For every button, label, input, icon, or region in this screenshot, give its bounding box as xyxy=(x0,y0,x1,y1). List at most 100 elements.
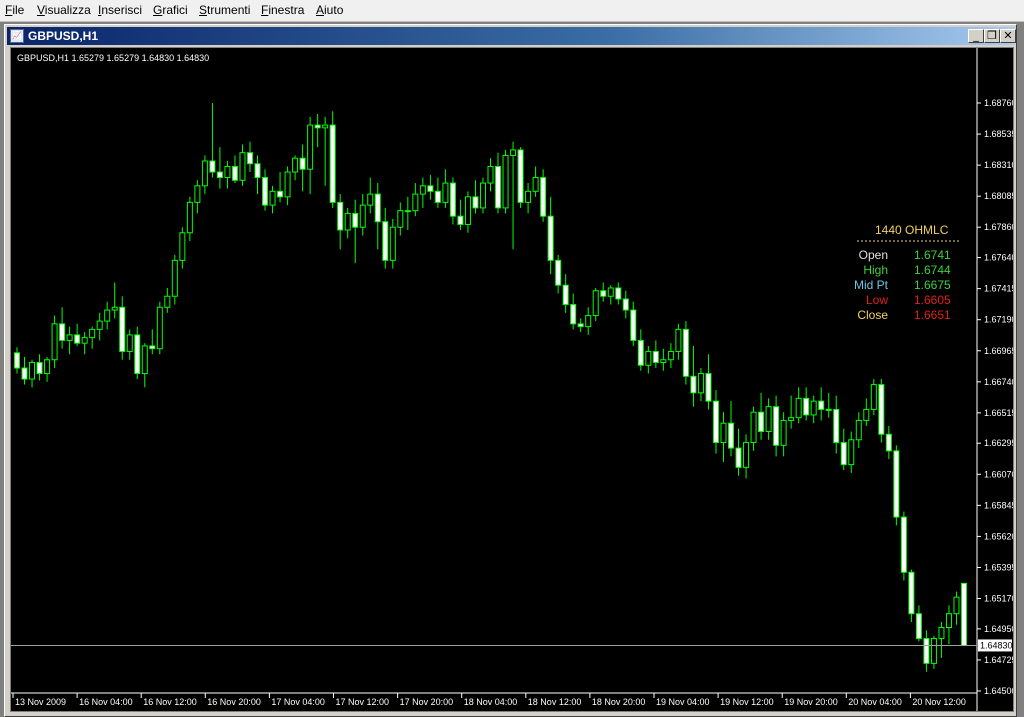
menu-bar: File Visualizza Inserisci Grafici Strumenti F… xyxy=(0,0,1024,22)
candle-body xyxy=(74,334,81,344)
candle-body xyxy=(938,627,945,640)
candle-body xyxy=(961,582,967,646)
ohmlc-mid-pt-value: 1.6675 xyxy=(914,278,951,292)
x-tick-label: 16 Nov 04:00 xyxy=(79,697,133,707)
chart-window-icon: 📈 xyxy=(10,29,24,43)
candle-body xyxy=(818,400,825,410)
restore-icon[interactable]: ❐ xyxy=(984,29,1000,43)
candle-body xyxy=(885,433,892,452)
candle-body xyxy=(224,165,231,179)
candle-body xyxy=(14,352,20,369)
candle-body xyxy=(156,306,163,350)
candlestick-chart[interactable]: GBPUSD,H1 1.65279 1.65279 1.64830 1.6483… xyxy=(11,48,1013,711)
candle-body xyxy=(600,290,607,297)
candle-body xyxy=(337,201,344,231)
y-tick-label: 1.67415 xyxy=(984,284,1013,294)
candle-body xyxy=(449,182,456,217)
candle-body xyxy=(201,160,208,187)
candle-body xyxy=(194,185,201,203)
menu-grafici[interactable]: Grafici xyxy=(153,3,188,17)
candle-body xyxy=(246,152,253,165)
candle-body xyxy=(59,323,66,341)
candle-body xyxy=(652,350,659,363)
window-titlebar[interactable]: 📈 GBPUSD,H1 _ ❐ ✕ xyxy=(7,27,1016,45)
candle-body xyxy=(953,596,960,615)
candle-body xyxy=(863,408,870,421)
candle-body xyxy=(540,177,547,217)
candle-body xyxy=(374,193,381,223)
candle-body xyxy=(833,408,840,444)
y-tick-label: 1.68085 xyxy=(984,191,1013,201)
candle-body xyxy=(81,337,88,344)
candle-body xyxy=(728,422,735,449)
x-tick-label: 18 Nov 04:00 xyxy=(464,697,518,707)
ohmlc-close-value: 1.6651 xyxy=(914,308,951,322)
candle-body xyxy=(231,165,238,181)
chart-window: 📈 GBPUSD,H1 _ ❐ ✕ GBPUSD,H1 1.65279 1.65… xyxy=(4,24,1017,717)
menu-strumenti[interactable]: Strumenti xyxy=(199,3,250,17)
y-tick-label: 1.64950 xyxy=(984,624,1013,634)
candle-body xyxy=(487,165,494,184)
candle-body xyxy=(577,323,584,328)
candle-body xyxy=(299,157,306,170)
candle-body xyxy=(915,613,922,640)
candle-body xyxy=(765,406,772,433)
y-tick-label: 1.65620 xyxy=(984,531,1013,541)
ohmlc-high-value: 1.6744 xyxy=(914,263,951,277)
candle-body xyxy=(555,259,562,286)
candle-body xyxy=(269,190,276,206)
close-icon[interactable]: ✕ xyxy=(1000,29,1016,43)
candle-body xyxy=(712,400,719,444)
candle-body xyxy=(292,157,299,173)
menu-visualizza[interactable]: Visualizza xyxy=(37,3,91,17)
candle-body xyxy=(735,447,742,468)
menu-aiuto[interactable]: Aiuto xyxy=(316,3,343,17)
candle-body xyxy=(682,328,689,377)
candle-body xyxy=(134,334,141,375)
candle-body xyxy=(788,417,795,421)
candle-body xyxy=(104,309,111,322)
y-tick-label: 1.66070 xyxy=(984,469,1013,479)
candle-body xyxy=(893,450,900,518)
candle-body xyxy=(352,212,359,228)
candle-body xyxy=(622,298,629,311)
x-tick-label: 17 Nov 12:00 xyxy=(336,697,390,707)
ohmlc-title: 1440 OHMLC xyxy=(875,223,949,237)
candle-body xyxy=(427,185,434,192)
candle-body xyxy=(547,215,554,261)
ohmlc-low-value: 1.6605 xyxy=(914,293,951,307)
menu-finestra[interactable]: Finestra xyxy=(261,3,304,17)
candle-body xyxy=(344,212,351,231)
candle-body xyxy=(21,367,28,380)
candle-body xyxy=(750,411,757,444)
chart-canvas[interactable]: GBPUSD,H1 1.65279 1.65279 1.64830 1.6483… xyxy=(10,47,1014,712)
candle-body xyxy=(848,439,855,466)
candle-body xyxy=(307,124,314,170)
y-tick-label: 1.64500 xyxy=(984,686,1013,696)
menu-inserisci[interactable]: Inserisci xyxy=(98,3,142,17)
candle-body xyxy=(720,422,727,444)
candle-body xyxy=(697,373,704,394)
y-tick-label: 1.67860 xyxy=(984,222,1013,232)
candle-body xyxy=(705,373,712,402)
candle-body xyxy=(923,638,930,664)
candle-body xyxy=(51,323,58,361)
candle-body xyxy=(645,350,652,366)
candle-body xyxy=(367,193,374,206)
candle-body xyxy=(96,320,103,330)
candle-body xyxy=(119,306,126,352)
candle-body xyxy=(284,171,291,198)
current-price-label: 1.64830 xyxy=(980,640,1013,650)
candle-body xyxy=(675,328,682,352)
candle-body xyxy=(840,442,847,466)
y-tick-label: 1.66295 xyxy=(984,438,1013,448)
candle-body xyxy=(690,375,697,394)
candle-body xyxy=(44,359,51,375)
candle-body xyxy=(359,204,366,228)
candle-body xyxy=(171,259,178,297)
menu-file[interactable]: File xyxy=(5,3,24,17)
x-tick-label: 18 Nov 12:00 xyxy=(528,697,582,707)
minimize-icon[interactable]: _ xyxy=(968,29,984,43)
candle-body xyxy=(660,359,667,363)
candle-body xyxy=(382,221,389,261)
